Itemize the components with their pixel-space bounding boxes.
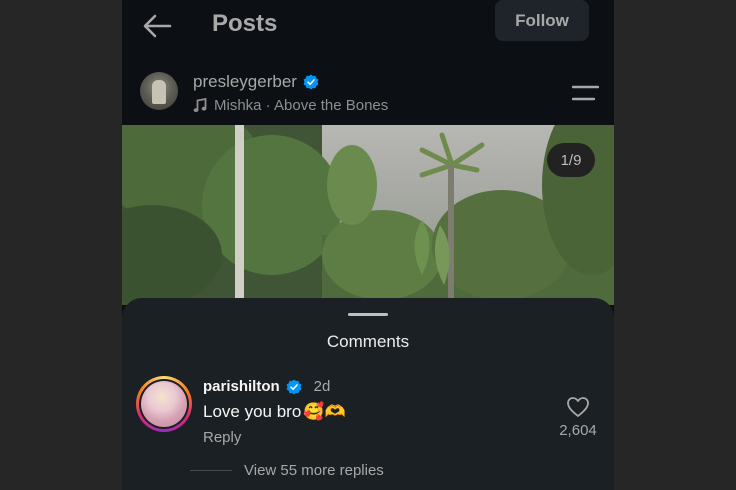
music-note-icon [193, 98, 207, 113]
comments-title: Comments [326, 332, 410, 351]
page-title: Posts [212, 10, 278, 37]
menu-icon[interactable] [572, 84, 599, 102]
comments-sheet: Comments parishilton 2d Love you bro 🥰🫶 … [122, 298, 614, 490]
divider [190, 470, 232, 471]
post-author[interactable]: presleygerber [193, 72, 319, 92]
post-music[interactable]: Mishka · Above the Bones [193, 97, 388, 114]
comment-header: parishilton 2d [203, 378, 330, 395]
image-counter: 1/9 [547, 143, 595, 177]
comment-emojis: 🥰🫶 [303, 402, 346, 421]
comment-username[interactable]: parishilton [203, 378, 280, 395]
instagram-post-screen: Posts Follow presleygerber Mishka · Abov… [122, 0, 614, 490]
view-replies-label[interactable]: View 55 more replies [244, 462, 384, 479]
post-author-avatar[interactable] [140, 72, 178, 110]
reply-button[interactable]: Reply [203, 429, 241, 446]
comment-body: Love you bro [203, 402, 302, 421]
view-more-replies[interactable]: View 55 more replies [190, 462, 384, 479]
jungle-photo [122, 125, 614, 305]
comment-avatar[interactable] [136, 376, 192, 432]
follow-button[interactable]: Follow [495, 0, 589, 41]
comment-time: 2d [313, 378, 331, 395]
post-username[interactable]: presleygerber [193, 72, 297, 92]
sheet-drag-handle[interactable] [348, 313, 388, 316]
back-arrow-icon[interactable] [142, 12, 172, 40]
music-label: Mishka · Above the Bones [214, 97, 389, 114]
verified-badge-icon [303, 74, 319, 90]
verified-badge-icon [286, 379, 302, 394]
top-bar: Posts Follow [122, 0, 614, 52]
post-image[interactable] [122, 125, 614, 305]
heart-icon[interactable] [566, 396, 590, 418]
comment-text: Love you bro 🥰🫶 [203, 402, 346, 422]
like-count: 2,604 [559, 422, 597, 439]
